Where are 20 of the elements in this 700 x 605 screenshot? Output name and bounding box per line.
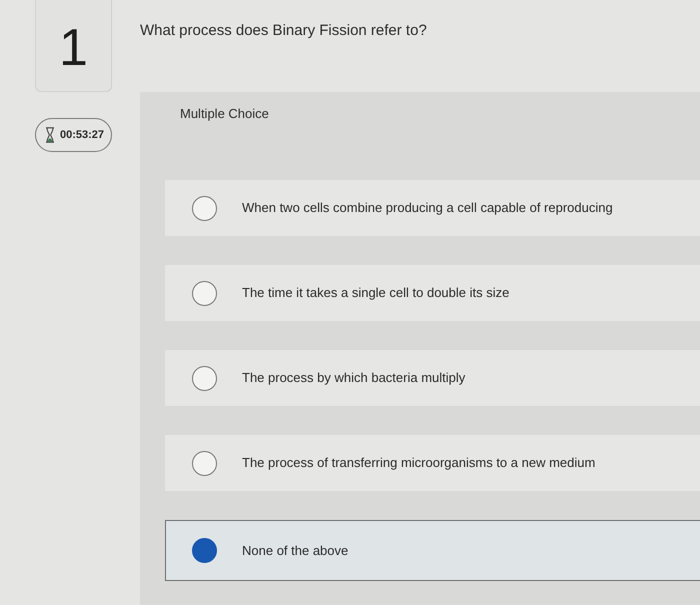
answer-option[interactable]: When two cells combine producing a cell capable of reproducing bbox=[165, 180, 700, 236]
option-text: The process by which bacteria multiply bbox=[242, 369, 466, 388]
hourglass-icon bbox=[45, 127, 55, 143]
answer-option[interactable]: The time it takes a single cell to double its size bbox=[165, 265, 700, 321]
question-type-label: Multiple Choice bbox=[180, 106, 270, 122]
question-text: What process does Binary Fission refer to? bbox=[140, 22, 428, 40]
timer-text: 00:53:27 bbox=[60, 128, 104, 143]
answer-option[interactable]: None of the above bbox=[165, 520, 700, 581]
radio-button[interactable] bbox=[192, 196, 217, 220]
answer-option[interactable]: The process by which bacteria multiply bbox=[165, 350, 700, 406]
radio-button[interactable] bbox=[192, 450, 217, 476]
option-text: When two cells combine producing a cell capable of reproducing bbox=[242, 199, 613, 218]
radio-button[interactable] bbox=[192, 538, 217, 563]
option-text: None of the above bbox=[242, 542, 348, 560]
option-text: The process of transferring microorganisms to a new medium bbox=[242, 454, 596, 472]
radio-button[interactable] bbox=[192, 280, 217, 306]
radio-button[interactable] bbox=[192, 366, 217, 390]
option-text: The time it takes a single cell to double its size bbox=[242, 284, 510, 302]
question-number: 1 bbox=[35, 0, 112, 92]
answer-option[interactable]: The process of transferring microorganisms to a new medium bbox=[165, 435, 700, 491]
